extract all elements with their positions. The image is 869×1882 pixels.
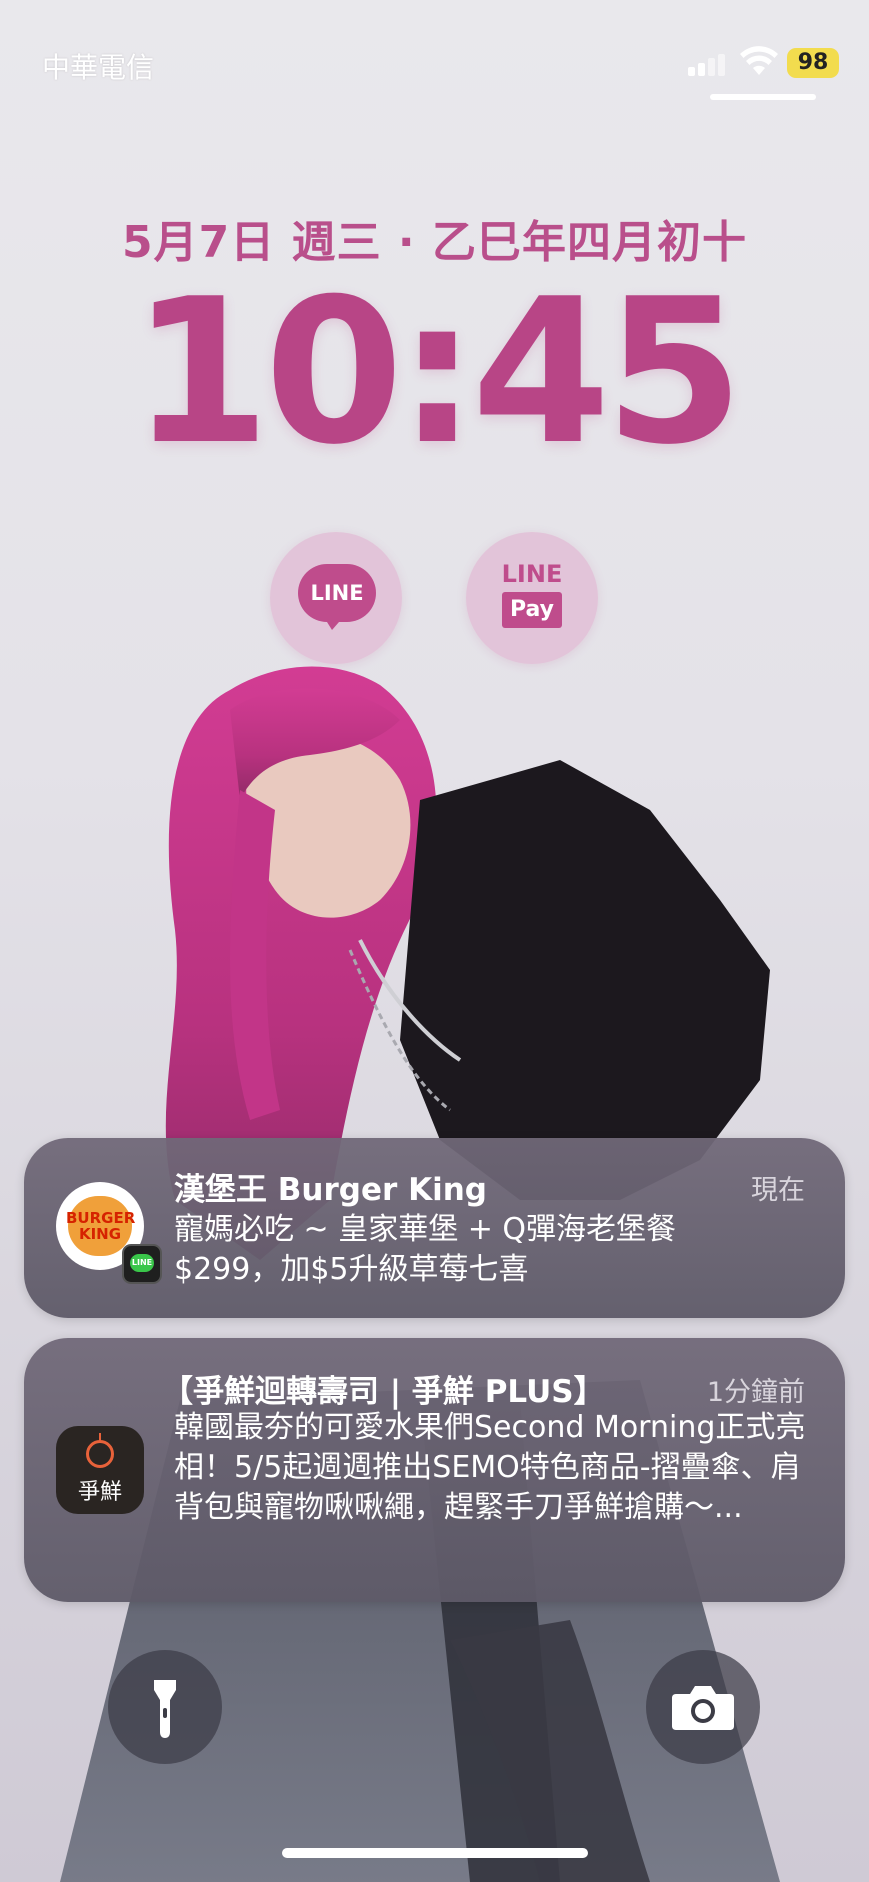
flashlight-icon: [154, 1680, 176, 1738]
line-pay-top-label: LINE: [501, 560, 563, 588]
focus-indicator: [710, 94, 816, 100]
notification-title: 【爭鮮迴轉壽司 | 爭鮮 PLUS】: [162, 1374, 605, 1410]
notification-title: 漢堡王 Burger King: [174, 1172, 487, 1208]
sushi-app-label: 爭鮮: [77, 1480, 122, 1505]
notification-body: 寵媽必吃 ~ 皇家華堡 + Q彈海老堡餐 $299，加$5升級草莓七喜: [174, 1212, 677, 1287]
notification-time: 現在: [751, 1175, 805, 1206]
status-bar: 中華電信 98: [0, 0, 869, 110]
camera-button[interactable]: [646, 1650, 760, 1764]
carrier-label: 中華電信: [42, 51, 155, 84]
line-badge-icon: LINE: [122, 1244, 162, 1284]
notification-sushi-express[interactable]: 爭鮮 【爭鮮迴轉壽司 | 爭鮮 PLUS】 1分鐘前 韓國最夯的可愛水果們Sec…: [24, 1338, 845, 1602]
wifi-icon: [740, 46, 778, 75]
notification-time: 1分鐘前: [706, 1377, 805, 1408]
sushi-app-icon: 爭鮮: [56, 1426, 144, 1514]
camera-icon: [672, 1686, 734, 1730]
line-badge-label: LINE: [130, 1254, 154, 1272]
sushi-logo-symbol: [86, 1433, 114, 1468]
notification-body: 韓國最夯的可愛水果們Second Morning正式亮相！5/5起週週推出SEM…: [174, 1410, 806, 1525]
battery-icon: 98: [787, 48, 839, 78]
flashlight-button[interactable]: [108, 1650, 222, 1764]
home-indicator[interactable]: [282, 1848, 588, 1858]
lockscreen-time[interactable]: 10:45: [0, 268, 869, 478]
burger-king-icon: BURGER KING LINE: [56, 1182, 162, 1284]
line-pay-icon: Pay: [502, 592, 562, 628]
burger-king-logo-text: BURGER KING: [66, 1209, 136, 1243]
notification-burger-king[interactable]: BURGER KING LINE 漢堡王 Burger King 現在 寵媽必吃…: [24, 1138, 845, 1318]
line-bubble-tail: [322, 614, 346, 630]
cellular-signal-icon: [688, 52, 725, 76]
